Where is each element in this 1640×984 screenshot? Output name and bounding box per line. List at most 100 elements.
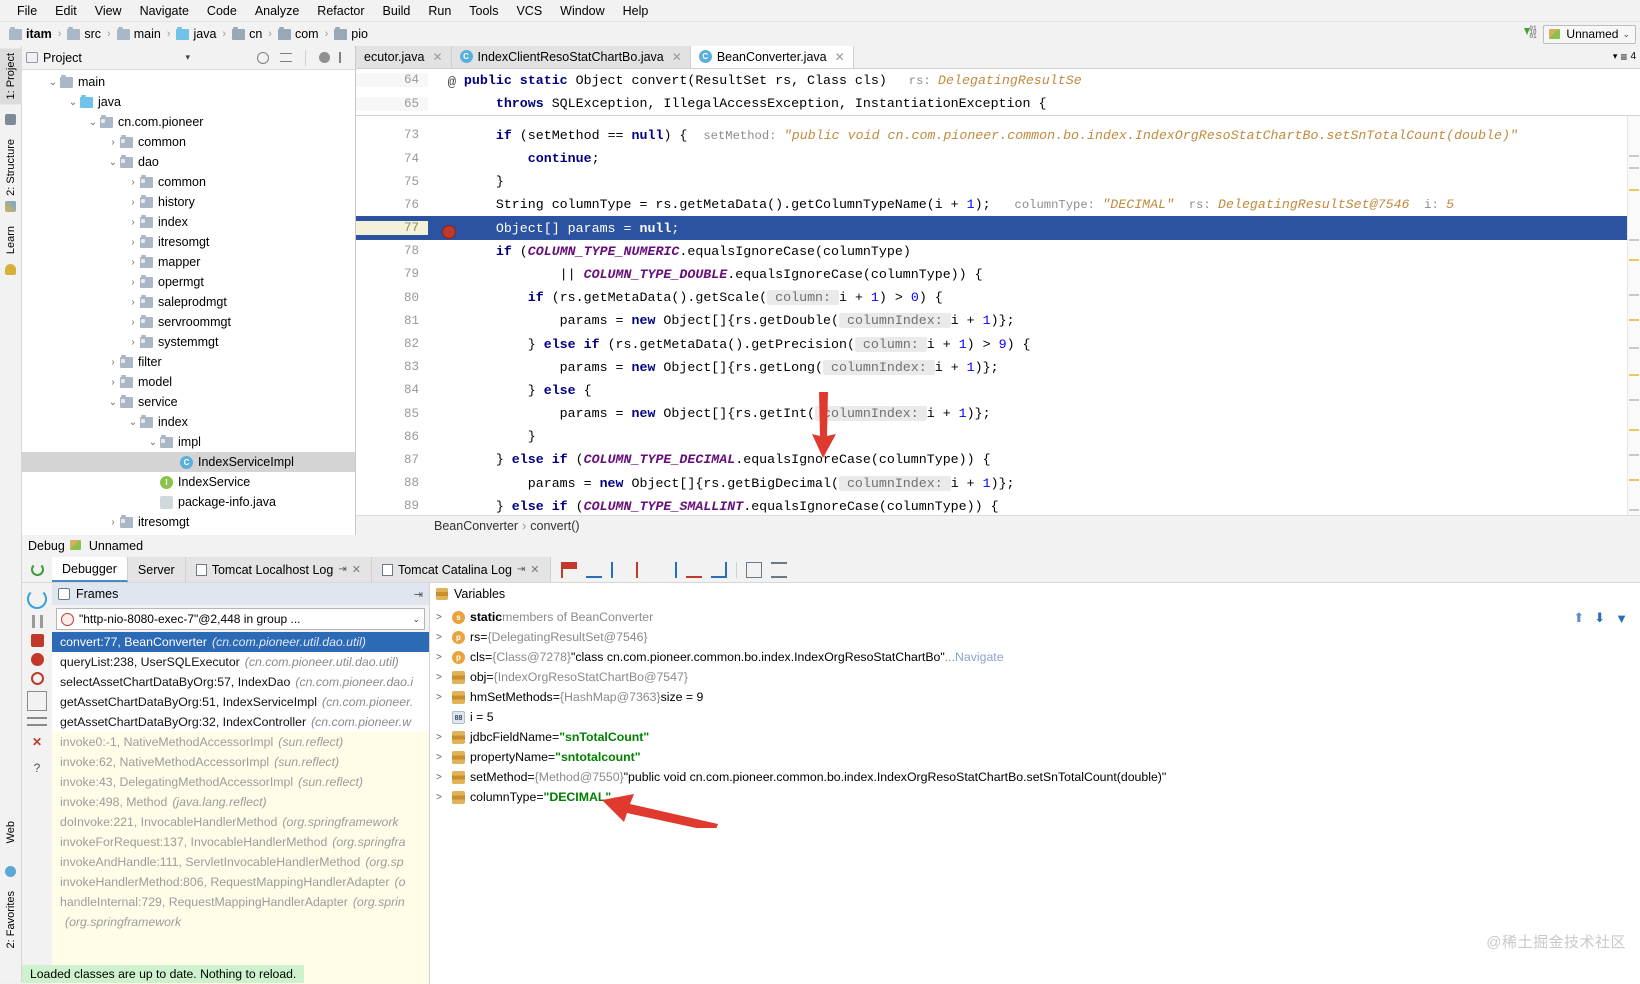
breakpoint-icon[interactable] [442,225,456,240]
marker-tick[interactable] [1629,238,1639,241]
variable-row[interactable]: > columnType = "DECIMAL" [430,787,1640,807]
project-tree[interactable]: ⌄ main ⌄ java ⌄ cn.com.pioneer › common ⌄ dao › com… [22,70,355,536]
settings-icon[interactable] [770,561,787,578]
code-line[interactable]: 75 } [356,170,1640,193]
line-number[interactable]: 74 [356,151,428,166]
line-number[interactable]: 79 [356,267,428,282]
code-line[interactable]: 78 if (COLUMN_TYPE_NUMERIC.equalsIgnoreC… [356,240,1640,263]
chevron-right-icon[interactable]: › [126,337,140,348]
marker-tick[interactable] [1629,508,1639,511]
line-number[interactable]: 84 [356,383,428,398]
breadcrumb-item-src[interactable]: src [64,26,104,42]
chevron-right-icon[interactable]: > [436,692,452,703]
chevron-right-icon[interactable]: › [126,257,140,268]
tree-node-indexserviceimpl[interactable]: C IndexServiceImpl [22,452,355,472]
chevron-right-icon[interactable]: > [436,752,452,763]
menu-item-help[interactable]: Help [614,2,658,20]
drop-frame-icon[interactable] [685,562,702,578]
variable-row[interactable]: > jdbcFieldName = "snTotalCount" [430,727,1640,747]
variable-row[interactable]: > p rs = {DelegatingResultSet@7546} [430,627,1640,647]
line-number[interactable]: 82 [356,337,428,352]
frame-item[interactable]: selectAssetChartDataByOrg:57, IndexDao (c… [52,672,429,692]
chevron-down-icon[interactable]: ⌄ [106,397,120,408]
line-number[interactable]: 86 [356,429,428,444]
sidebar-item-learn[interactable]: Learn [0,221,22,259]
pin-icon[interactable]: ⇥ [414,588,429,601]
marker-tick[interactable] [1629,154,1639,157]
run-configuration-selector[interactable]: Unnamed ⌄ [1543,24,1636,44]
tree-node-index[interactable]: › index [22,212,355,232]
chevron-right-icon[interactable]: › [126,197,140,208]
menu-item-view[interactable]: View [86,2,131,20]
rerun-debug-icon[interactable] [27,589,47,609]
sidebar-item-favorites[interactable]: 2: Favorites [0,886,22,953]
frame-item[interactable]: invokeAndHandle:111, ServletInvocableHan… [52,852,429,872]
breadcrumb-item-java[interactable]: java [173,26,219,42]
line-number[interactable]: 78 [356,244,428,259]
annotation-marker-icon[interactable]: @ [448,75,456,91]
menu-item-edit[interactable]: Edit [46,2,86,20]
tree-node-package-info-java[interactable]: package-info.java [22,492,355,512]
breadcrumb-item-main[interactable]: main [114,26,164,42]
variable-row[interactable]: > propertyName = "sntotalcount" [430,747,1640,767]
chevron-right-icon[interactable]: › [126,317,140,328]
chevron-right-icon[interactable]: > [436,732,452,743]
evaluate-expression-icon[interactable] [745,561,762,578]
frame-item[interactable]: invoke:62, NativeMethodAccessorImpl (sun.… [52,752,429,772]
pause-icon[interactable] [31,615,43,628]
variable-row[interactable]: > hmSetMethods = {HashMap@7363} size = 9 [430,687,1640,707]
frame-item[interactable]: invoke:43, DelegatingMethodAccessorImpl (… [52,772,429,792]
tree-node-opermgt[interactable]: › opermgt [22,272,355,292]
tree-node-index[interactable]: ⌄ index [22,412,355,432]
chevron-right-icon[interactable]: › [126,297,140,308]
code-line[interactable]: 83 params = new Object[]{rs.getLong( col… [356,356,1640,379]
gear-icon[interactable] [319,52,330,63]
menu-item-run[interactable]: Run [419,2,460,20]
frame-item[interactable]: convert:77, BeanConverter (cn.com.pioneer… [52,632,429,652]
breadcrumb-item-pio[interactable]: pio [331,26,371,42]
chevron-down-icon[interactable]: ⌄ [146,437,160,448]
chevron-down-icon[interactable]: ⌄ [126,417,140,428]
debug-tab-server[interactable]: Server [127,557,186,582]
tree-node-itresomgt[interactable]: › itresomgt [22,232,355,252]
code-line[interactable]: 86 } [356,425,1640,448]
menu-item-analyze[interactable]: Analyze [246,2,308,20]
tree-node-dao[interactable]: ⌄ dao [22,152,355,172]
close-icon[interactable]: ✕ [27,732,47,752]
chevron-right-icon[interactable]: > [436,772,452,783]
chevron-right-icon[interactable]: › [126,277,140,288]
chevron-right-icon[interactable]: › [106,137,120,148]
chevron-down-icon[interactable]: ⌄ [1622,29,1630,40]
thread-selector[interactable]: "http-nio-8080-exec-7"@2,448 in group ..… [56,608,425,630]
chevron-right-icon[interactable]: › [106,377,120,388]
tree-node-itresomgt[interactable]: › itresomgt [22,512,355,532]
move-down-icon[interactable]: ⬇ [1594,610,1605,626]
frame-item[interactable]: invoke0:-1, NativeMethodAccessorImpl (sun… [52,732,429,752]
variable-row[interactable]: > p cls = {Class@7278} "class cn.com.pione… [430,647,1640,667]
close-icon[interactable]: ✕ [835,50,845,64]
tree-node-indexservice[interactable]: I IndexService [22,472,355,492]
frame-item[interactable]: getAssetChartDataByOrg:51, IndexServiceI… [52,692,429,712]
chevron-down-icon[interactable]: ⌄ [412,614,420,625]
chevron-right-icon[interactable]: › [126,217,140,228]
chevron-right-icon[interactable]: > [436,672,452,683]
frame-item[interactable]: (org.springframework [52,912,429,932]
hide-icon[interactable] [339,52,347,63]
update-binary-icon[interactable]: 01 10 01 [1523,26,1537,41]
variable-row[interactable]: 88 i = 5 [430,707,1640,727]
code-line[interactable]: 82 } else if (rs.getMetaData().getPrecis… [356,332,1640,355]
line-number[interactable]: 64 @ [356,73,456,91]
frame-item[interactable]: doInvoke:221, InvocableHandlerMethod (org… [52,812,429,832]
pin-icon[interactable]: ⇥ [517,564,525,575]
chevron-right-icon[interactable]: > [436,612,452,623]
tree-node-filter[interactable]: › filter [22,352,355,372]
sidebar-item-web[interactable]: Web [0,816,22,848]
marker-tick[interactable] [1629,428,1639,431]
code-line[interactable]: 76 String columnType = rs.getMetaData().… [356,193,1640,216]
chevron-down-icon[interactable]: ▾ [1613,51,1618,62]
show-execution-point-icon[interactable] [560,561,577,578]
line-number[interactable]: 85 [356,406,428,421]
variable-row[interactable]: > s static members of BeanConverter [430,607,1640,627]
run-to-cursor-icon[interactable] [710,561,727,578]
chevron-right-icon[interactable]: > [436,792,452,803]
